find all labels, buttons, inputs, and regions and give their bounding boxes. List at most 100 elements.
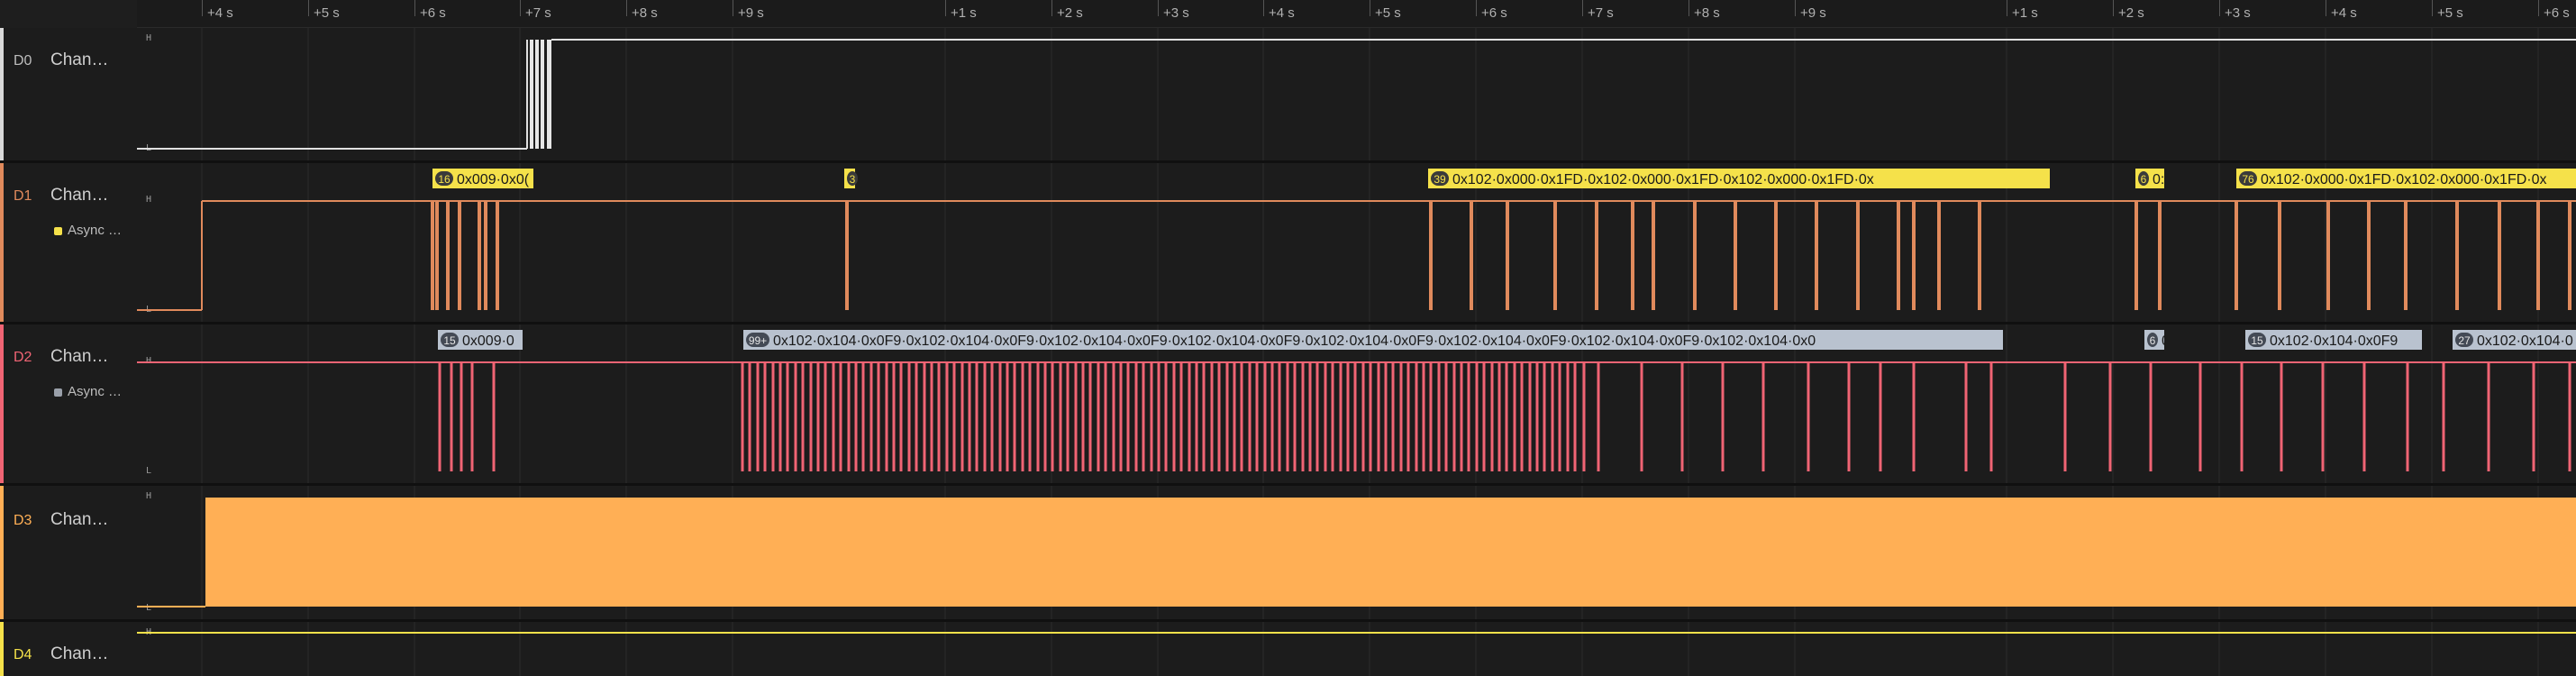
signal-pulse bbox=[1470, 201, 1473, 310]
signal-pulse bbox=[1482, 362, 1486, 471]
logic-analyzer-window: +4 s +5 s +6 s +7 s +8 s +9 s +1 s +2 s +3 s +4 s… bbox=[0, 0, 2576, 676]
waveform-d0[interactable] bbox=[137, 28, 2576, 160]
signal-pulse bbox=[1059, 362, 1062, 471]
channel-row-d0[interactable]: D0 Chan… H L bbox=[0, 28, 2576, 163]
signal-pulse bbox=[1097, 362, 1100, 471]
signal-pulse bbox=[1315, 362, 1319, 471]
signal-pulse bbox=[1558, 362, 1561, 471]
waveform-d3[interactable] bbox=[137, 486, 2576, 619]
waveform-d2[interactable]: 15 0x009·0 99+ 0x102·0x104·0x0F9·0x102·0x10… bbox=[137, 324, 2576, 483]
signal-pulse bbox=[1164, 362, 1168, 471]
ruler-tick-line bbox=[1582, 0, 1583, 16]
channel-row-d3[interactable]: D3 Chan… H L bbox=[0, 486, 2576, 622]
analyzer-label[interactable]: Async … bbox=[54, 384, 122, 399]
signal-pulse bbox=[1339, 362, 1343, 471]
channel-color-stripe bbox=[0, 486, 4, 619]
signal-pulse bbox=[1013, 362, 1016, 471]
signal-pulse bbox=[1391, 362, 1395, 471]
waveform-d4[interactable] bbox=[137, 622, 2576, 676]
ruler-tick-line bbox=[1051, 0, 1052, 16]
signal-pulse bbox=[1134, 362, 1138, 471]
signal-pulse bbox=[2362, 362, 2366, 471]
signal-pulse bbox=[530, 40, 533, 149]
signal-pulse bbox=[484, 201, 487, 310]
frame-text: 0x102·0x104·0x0F9 bbox=[2270, 333, 2398, 349]
signal-pulse bbox=[1172, 362, 1176, 471]
ruler-tick-label: +7 s bbox=[525, 5, 551, 21]
ruler-tick-label: +1 s bbox=[951, 5, 977, 21]
decoded-frame: 99+ 0x102·0x104·0x0F9·0x102·0x104·0x0F9·0… bbox=[743, 330, 2003, 350]
signal-pulse bbox=[1331, 362, 1334, 471]
signal-pulse bbox=[968, 362, 971, 471]
ruler-tick-label: +5 s bbox=[314, 5, 340, 21]
signal-pulse bbox=[470, 362, 474, 471]
signal-pulse bbox=[1553, 201, 1557, 310]
analyzer-label[interactable]: Async … bbox=[54, 223, 122, 238]
signal-pulse bbox=[458, 201, 461, 310]
channel-name[interactable]: Chan… bbox=[50, 186, 108, 206]
signal-pulse bbox=[1286, 362, 1289, 471]
signal-pulse bbox=[2532, 362, 2535, 471]
signal-pulse bbox=[1429, 201, 1433, 310]
frame-count: 6 bbox=[2150, 334, 2156, 347]
channel-name[interactable]: Chan… bbox=[50, 510, 108, 530]
signal-pulse bbox=[1497, 362, 1501, 471]
signal-pulse bbox=[1734, 201, 1737, 310]
channel-name[interactable]: Chan… bbox=[50, 50, 108, 70]
channel-name[interactable]: Chan… bbox=[50, 644, 108, 664]
decoded-frame: 39 0x102·0x000·0x1FD·0x102·0x000·0x1FD·0x… bbox=[1428, 169, 2050, 188]
frame-count: 39 bbox=[1434, 173, 1446, 186]
signal-pulse bbox=[1377, 362, 1380, 471]
signal-pulse bbox=[998, 362, 1002, 471]
ruler-tick-line bbox=[2538, 0, 2539, 16]
signal-pulse bbox=[983, 362, 987, 471]
signal-pulse bbox=[2442, 362, 2445, 471]
signal-pulse bbox=[1551, 362, 1554, 471]
signal-pulse bbox=[2367, 201, 2371, 310]
signal-pulse bbox=[2158, 201, 2162, 310]
signal-pulse bbox=[809, 362, 813, 471]
signal-pulse bbox=[2498, 201, 2501, 310]
signal-pulse bbox=[960, 362, 964, 471]
signal-pulse bbox=[1202, 362, 1206, 471]
signal-pulse bbox=[861, 362, 865, 471]
ruler-tick-label: +3 s bbox=[2225, 5, 2251, 21]
signal-pulse bbox=[492, 362, 496, 471]
channel-row-d1[interactable]: D1 Chan… Async … H L 160x009·0x0(3390x10… bbox=[0, 163, 2576, 324]
ruler-tick-line bbox=[202, 0, 203, 16]
signal-pulse bbox=[892, 362, 896, 471]
signal-pulse bbox=[748, 362, 751, 471]
ruler-tick-label: +8 s bbox=[1694, 5, 1720, 21]
channel-row-d4[interactable]: D4 Chan… H bbox=[0, 622, 2576, 676]
signal-pulse bbox=[1964, 362, 1968, 471]
channel-row-d2[interactable]: D2 Chan… Async … H L 15 0x009·0 99+ 0x102·0… bbox=[0, 324, 2576, 486]
frame-count: 27 bbox=[2458, 334, 2471, 347]
signal-pulse bbox=[1406, 362, 1410, 471]
signal-pulse bbox=[1912, 201, 1916, 310]
signal-pulse bbox=[446, 201, 450, 310]
signal-pulse bbox=[1520, 362, 1524, 471]
signal-pulse bbox=[1369, 362, 1372, 471]
ruler-tick-label: +6 s bbox=[1481, 5, 1507, 21]
channel-name[interactable]: Chan… bbox=[50, 347, 108, 367]
signal-pulse bbox=[854, 362, 858, 471]
ruler-tick-line bbox=[626, 0, 627, 16]
ruler-tick-line bbox=[2113, 0, 2114, 16]
signal-pulse bbox=[771, 362, 775, 471]
ruler-tick-label: +4 s bbox=[2331, 5, 2357, 21]
ruler-tick-label: +9 s bbox=[1800, 5, 1826, 21]
frame-text: 0x009·0 bbox=[462, 333, 514, 349]
ruler-tick-line bbox=[1263, 0, 1264, 16]
signal-pulse bbox=[2278, 201, 2281, 310]
signal-pulse bbox=[1680, 362, 1684, 471]
time-ruler[interactable]: +4 s +5 s +6 s +7 s +8 s +9 s +1 s +2 s +3 s +4 s… bbox=[137, 0, 2576, 28]
signal-pulse bbox=[2326, 201, 2330, 310]
waveform-d1[interactable]: 16 0x009·0x0(3 39 0x102·0x000·0x1FD·0x102·0… bbox=[137, 163, 2576, 322]
signal-pulse bbox=[1088, 362, 1092, 471]
signal-pulse bbox=[756, 362, 760, 471]
ruler-tick-line bbox=[2432, 0, 2433, 16]
signal-pulse bbox=[1815, 201, 1818, 310]
signal-pulse bbox=[1693, 201, 1697, 310]
signal-pulse bbox=[1652, 201, 1655, 310]
signal-pulse bbox=[1566, 362, 1570, 471]
